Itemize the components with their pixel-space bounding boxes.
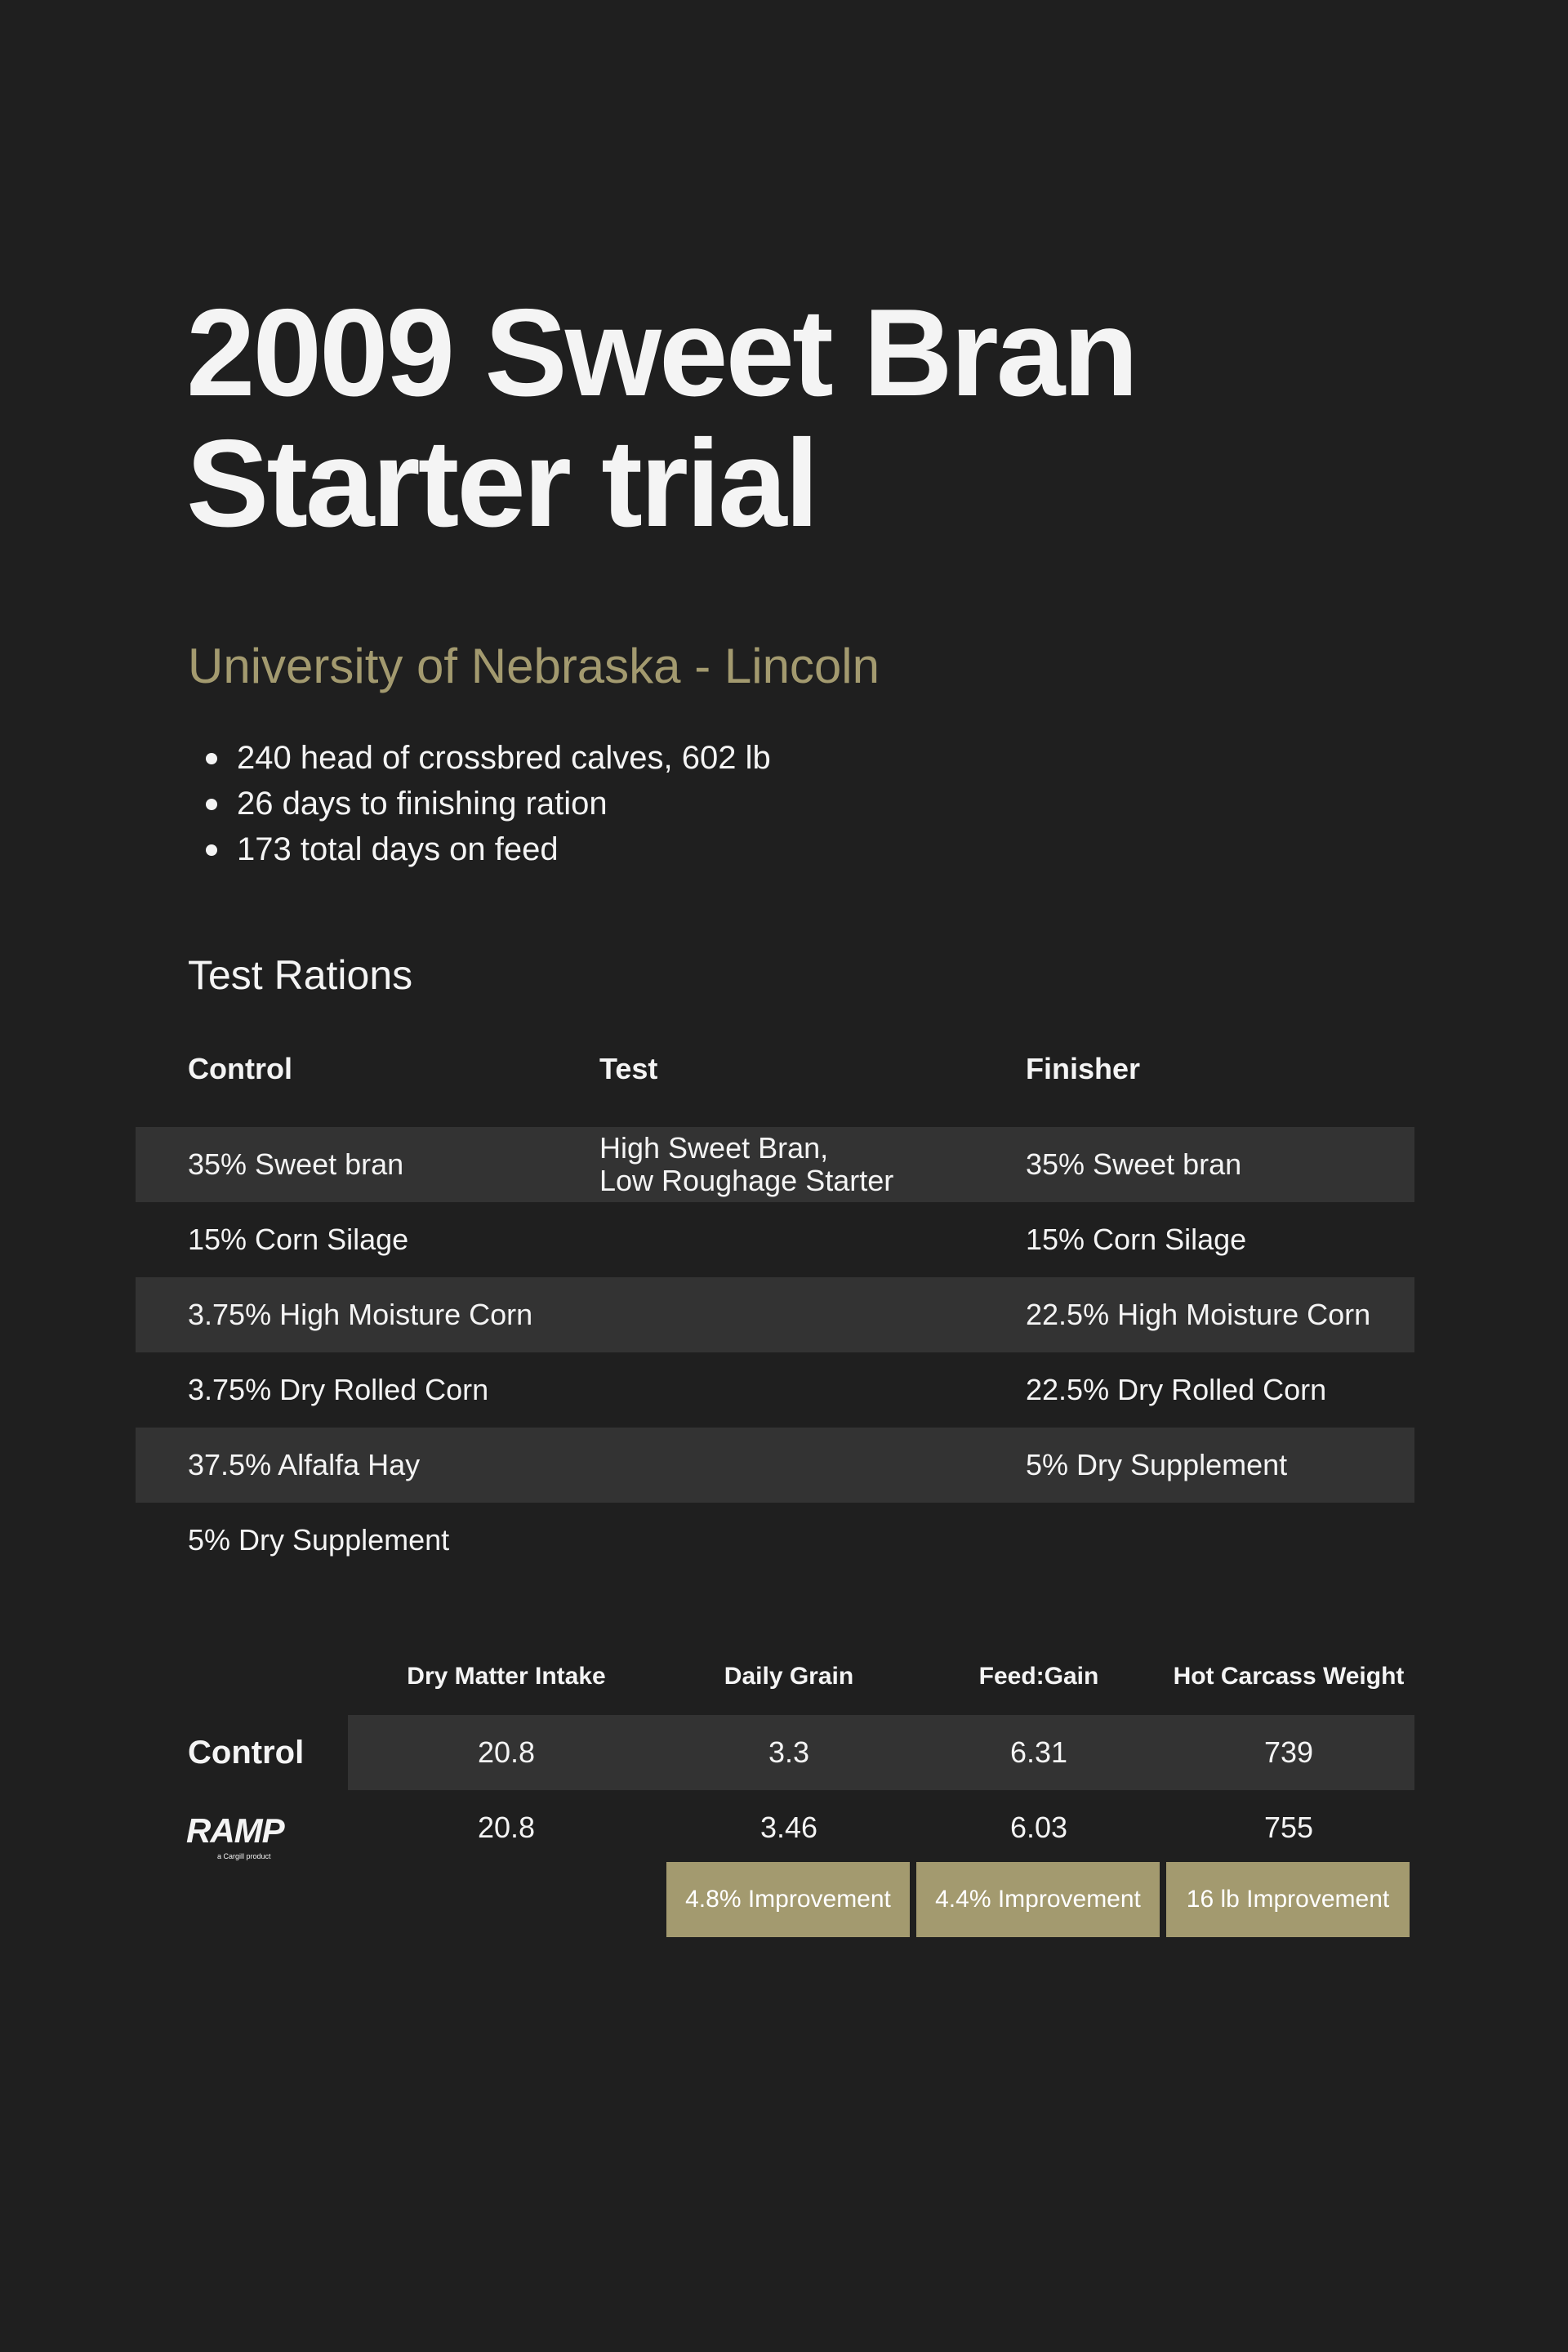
control-hot-carcass-weight: 739 (1263, 1735, 1314, 1769)
improvement-badge-hot-carcass-weight: 16 lb Improvement (1166, 1862, 1410, 1937)
rations-table-header: Control Test Finisher (0, 1049, 1568, 1089)
bullet-text: 173 total days on feed (237, 831, 559, 867)
column-header-dry-matter-intake: Dry Matter Intake (407, 1663, 606, 1690)
column-header-control: Control (188, 1052, 292, 1085)
control-cell: 5% Dry Supplement (188, 1523, 450, 1557)
table-row-control: 20.8 3.3 6.31 739 (348, 1715, 1414, 1790)
test-cell: High Sweet Bran, Low Roughage Starter (599, 1127, 1008, 1202)
bullet-text: 240 head of crossbred calves, 602 lb (237, 740, 771, 776)
ramp-logo-text: RAMP (186, 1811, 286, 1850)
bullet-text: 26 days to finishing ration (237, 786, 608, 822)
table-row: 5% Dry Supplement (136, 1503, 1414, 1578)
control-cell: 3.75% High Moisture Corn (188, 1298, 533, 1331)
table-row: 3.75% Dry Rolled Corn 22.5% Dry Rolled C… (136, 1352, 1414, 1428)
ramp-logo: RAMP a Cargill product (186, 1811, 287, 1860)
control-row-label: Control (188, 1735, 305, 1771)
finisher-cell: 15% Corn Silage (1026, 1223, 1247, 1256)
control-dry-matter-intake: 20.8 (477, 1735, 536, 1769)
control-cell: 3.75% Dry Rolled Corn (188, 1373, 489, 1406)
column-header-daily-grain: Daily Grain (724, 1663, 854, 1690)
control-cell: 37.5% Alfalfa Hay (188, 1448, 421, 1481)
title-line-1: 2009 Sweet Bran (186, 283, 1138, 422)
column-header-finisher: Finisher (1026, 1052, 1141, 1085)
column-header-hot-carcass-weight: Hot Carcass Weight (1173, 1663, 1405, 1690)
table-row: 15% Corn Silage 15% Corn Silage (136, 1202, 1414, 1277)
test-line-2: Low Roughage Starter (599, 1164, 894, 1197)
page-title: 2009 Sweet Bran Starter trial (186, 287, 1411, 549)
list-item: 173 total days on feed (188, 826, 771, 872)
ramp-hot-carcass-weight: 755 (1263, 1811, 1314, 1844)
improvement-badge-feed-gain: 4.4% Improvement (916, 1862, 1160, 1937)
finisher-cell: 22.5% Dry Rolled Corn (1026, 1373, 1327, 1406)
improvement-badge-daily-grain: 4.8% Improvement (666, 1862, 910, 1937)
list-item: 240 head of crossbred calves, 602 lb (188, 735, 771, 781)
control-cell: 35% Sweet bran (188, 1147, 404, 1181)
ramp-feed-gain: 6.03 (1009, 1811, 1068, 1844)
ramp-daily-grain: 3.46 (760, 1811, 818, 1844)
control-daily-grain: 3.3 (768, 1735, 810, 1769)
ramp-logo-subtext: a Cargill product (217, 1852, 271, 1860)
column-header-feed-gain: Feed:Gain (978, 1663, 1099, 1690)
test-line-1: High Sweet Bran, (599, 1131, 829, 1165)
control-feed-gain: 6.31 (1009, 1735, 1068, 1769)
finisher-cell: 35% Sweet bran (1026, 1147, 1242, 1181)
column-header-test: Test (599, 1052, 658, 1085)
bullet-icon (206, 844, 217, 856)
title-line-2: Starter trial (186, 414, 819, 553)
bullet-icon (206, 799, 217, 810)
control-cell: 15% Corn Silage (188, 1223, 409, 1256)
table-row: 3.75% High Moisture Corn 22.5% High Mois… (136, 1277, 1414, 1352)
institution-subtitle: University of Nebraska - Lincoln (188, 639, 880, 693)
section-title-test-rations: Test Rations (188, 952, 413, 998)
table-row: 35% Sweet bran High Sweet Bran, Low Roug… (136, 1127, 1414, 1202)
table-row: 37.5% Alfalfa Hay 5% Dry Supplement (136, 1428, 1414, 1503)
table-row-ramp: 20.8 3.46 6.03 755 (348, 1790, 1414, 1865)
finisher-cell: 5% Dry Supplement (1026, 1448, 1288, 1481)
ramp-dry-matter-intake: 20.8 (477, 1811, 536, 1844)
finisher-cell (1026, 1503, 1410, 1578)
bullet-icon (206, 753, 217, 764)
list-item: 26 days to finishing ration (188, 781, 771, 826)
trial-facts-list: 240 head of crossbred calves, 602 lb 26 … (188, 735, 771, 872)
finisher-cell: 22.5% High Moisture Corn (1026, 1298, 1371, 1331)
